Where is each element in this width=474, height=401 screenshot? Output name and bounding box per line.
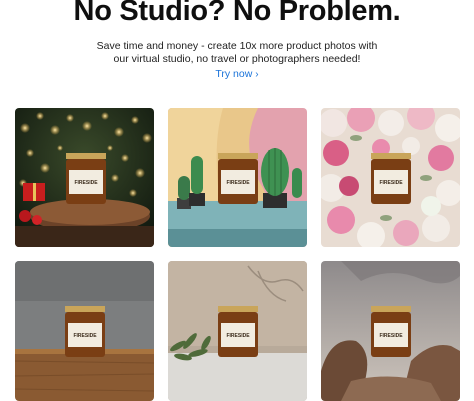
gallery-image-cactus-pastel[interactable]: FIRESIDE — [168, 108, 307, 247]
gallery-image-roses-flowers[interactable]: FIRESIDE — [321, 108, 460, 247]
jar-label-text: FIRESIDE — [226, 333, 250, 339]
jar-label-text: FIRESIDE — [74, 180, 98, 186]
jar-label-text: FIRESIDE — [73, 333, 97, 339]
gallery-image-christmas-lights[interactable]: FIRESIDE — [15, 108, 154, 247]
jar-label-text: FIRESIDE — [379, 180, 403, 186]
jar-label-text: FIRESIDE — [379, 333, 403, 339]
hero-subtext-line2: our virtual studio, no travel or photogr… — [113, 53, 361, 65]
gallery-image-leafy-plant[interactable]: FIRESIDE — [168, 261, 307, 401]
page-headline: No Studio? No Problem. — [73, 0, 401, 27]
gallery-image-desert-rocks[interactable]: FIRESIDE — [321, 261, 460, 401]
hero-subtext: Save time and money - create 10x more pr… — [0, 40, 474, 66]
gallery-image-wood-table[interactable]: FIRESIDE — [15, 261, 154, 401]
try-now-link[interactable]: Try now › — [0, 68, 474, 80]
try-now-label: Try now — [215, 68, 253, 80]
jar-label-text: FIRESIDE — [226, 180, 250, 186]
hero-subtext-line1: Save time and money - create 10x more pr… — [96, 40, 378, 52]
chevron-right-icon: › — [255, 69, 259, 80]
